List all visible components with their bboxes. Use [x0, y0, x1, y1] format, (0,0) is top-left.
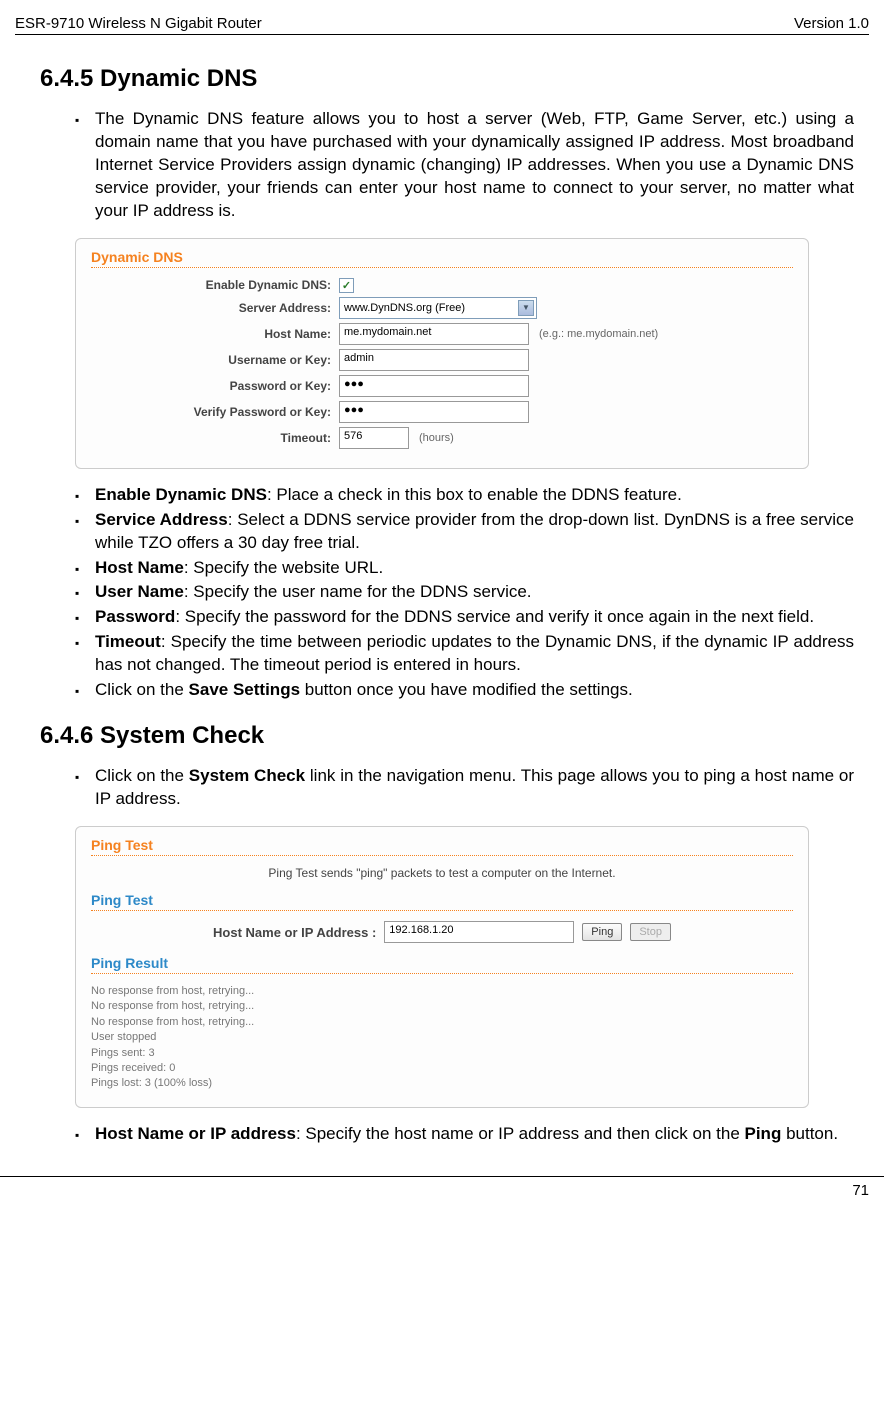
server-select[interactable]: www.DynDNS.org (Free) ▼: [339, 297, 537, 319]
ping-input-label: Host Name or IP Address :: [213, 925, 376, 940]
timeout-hint: (hours): [419, 432, 454, 444]
bullet-save: Click on the Save Settings button once y…: [75, 679, 854, 702]
server-label: Server Address:: [91, 301, 339, 315]
bullet-pass: Password: Specify the password for the D…: [75, 606, 854, 629]
host-input[interactable]: me.mydomain.net: [339, 323, 529, 345]
header-right: Version 1.0: [794, 15, 869, 32]
ping-result-text: No response from host, retrying... No re…: [91, 984, 793, 1092]
bullet-host: Host Name: Specify the website URL.: [75, 557, 854, 580]
verify-input[interactable]: ●●●: [339, 401, 529, 423]
separator: [91, 973, 793, 974]
header-left: ESR-9710 Wireless N Gigabit Router: [15, 15, 262, 32]
enable-label: Enable Dynamic DNS:: [91, 278, 339, 292]
bullet-timeout: Timeout: Specify the time between period…: [75, 631, 854, 677]
bullet-enable: Enable Dynamic DNS: Place a check in thi…: [75, 484, 854, 507]
host-hint: (e.g.: me.mydomain.net): [539, 328, 658, 340]
section-heading-syscheck: 6.4.6 System Check: [40, 722, 869, 750]
ping-result-subtitle: Ping Result: [91, 955, 793, 971]
syscheck-intro: Click on the System Check link in the na…: [75, 765, 854, 811]
page-header: ESR-9710 Wireless N Gigabit Router Versi…: [15, 15, 869, 35]
bullet-user: User Name: Specify the user name for the…: [75, 581, 854, 604]
page-number: 71: [852, 1182, 869, 1199]
intro-paragraph: The Dynamic DNS feature allows you to ho…: [75, 108, 854, 223]
separator: [91, 855, 793, 856]
separator: [91, 910, 793, 911]
user-input[interactable]: admin: [339, 349, 529, 371]
bullet-service: Service Address: Select a DDNS service p…: [75, 509, 854, 555]
ping-host-input[interactable]: 192.168.1.20: [384, 921, 574, 943]
ddns-config-panel: Dynamic DNS Enable Dynamic DNS: ✓ Server…: [75, 238, 809, 469]
timeout-label: Timeout:: [91, 431, 339, 445]
ping-test-subtitle: Ping Test: [91, 892, 793, 908]
timeout-input[interactable]: 576: [339, 427, 409, 449]
user-label: Username or Key:: [91, 353, 339, 367]
verify-label: Verify Password or Key:: [91, 405, 339, 419]
host-label: Host Name:: [91, 327, 339, 341]
ping-button[interactable]: Ping: [582, 923, 622, 941]
enable-checkbox[interactable]: ✓: [339, 278, 354, 293]
bullet-host-ip: Host Name or IP address: Specify the hos…: [75, 1123, 854, 1146]
chevron-down-icon: ▼: [518, 300, 534, 316]
pass-input[interactable]: ●●●: [339, 375, 529, 397]
section-heading-ddns: 6.4.5 Dynamic DNS: [40, 65, 869, 93]
panel-title: Dynamic DNS: [91, 249, 793, 265]
ping-panel-title: Ping Test: [91, 837, 793, 853]
stop-button[interactable]: Stop: [630, 923, 671, 941]
separator: [91, 267, 793, 268]
ping-panel: Ping Test Ping Test sends "ping" packets…: [75, 826, 809, 1108]
page-footer: 71: [0, 1176, 884, 1209]
pass-label: Password or Key:: [91, 379, 339, 393]
ping-desc: Ping Test sends "ping" packets to test a…: [91, 866, 793, 880]
server-value: www.DynDNS.org (Free): [344, 302, 465, 314]
